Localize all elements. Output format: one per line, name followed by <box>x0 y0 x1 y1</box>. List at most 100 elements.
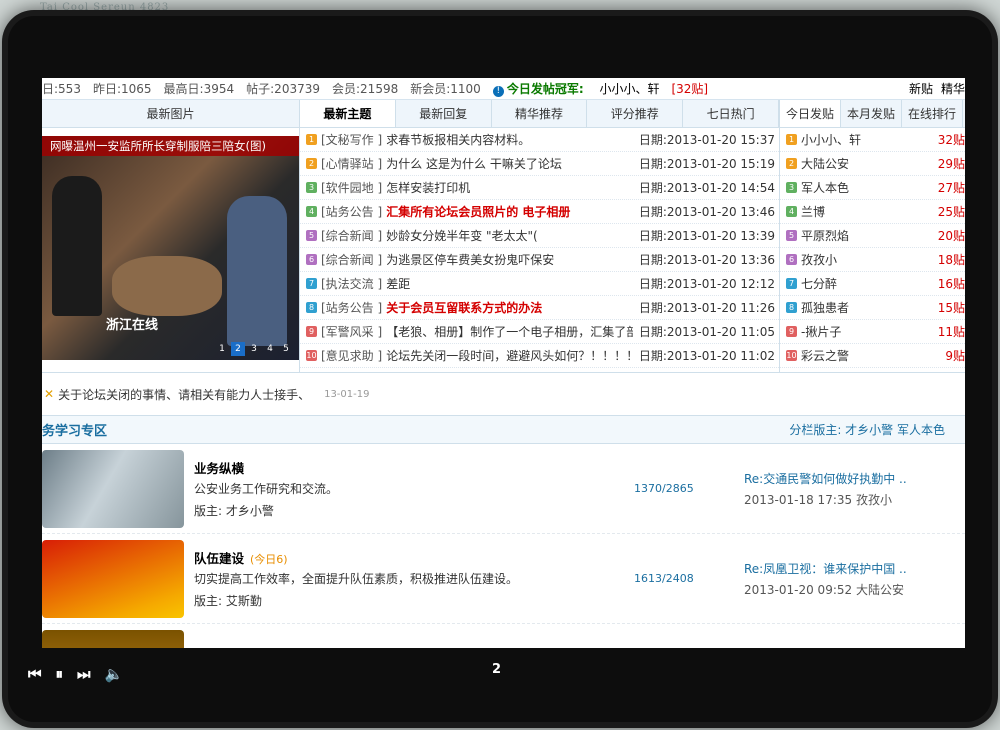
topic-category[interactable]: [软件园地 ] <box>321 179 382 196</box>
pager-item[interactable]: 2 <box>231 342 245 356</box>
forum-thumbnail[interactable] <box>42 629 184 648</box>
latest-image-photo[interactable]: 网曝温州一安监所所长穿制服陪三陪女(图) 浙江在线 12345 <box>42 136 299 360</box>
topic-row[interactable]: 1 [文秘写作 ] 求春节板报相关内容材料。 日期:2013-01-20 15:37 <box>300 128 779 152</box>
champion-name[interactable]: 小小小、轩 <box>599 82 659 96</box>
rank-user[interactable]: 小小小、轩 <box>801 131 938 148</box>
rank-count: 25贴 <box>937 205 965 219</box>
forum-moderator[interactable]: 版主: 才乡小警 <box>194 502 634 519</box>
rank-user[interactable]: 孜孜小 <box>801 251 938 268</box>
rank-number-icon: 1 <box>786 134 797 145</box>
topic-category[interactable]: [综合新闻 ] <box>321 251 382 268</box>
topic-row[interactable]: 7 [执法交流 ] 差距 日期:2013-01-20 12:12 <box>300 272 779 296</box>
topic-category[interactable]: [心情驿站 ] <box>321 155 382 172</box>
topic-row[interactable]: 9 [军警风采 ] 【老狼、相册】制作了一个电子相册，汇集了部 日期:2013-01-… <box>300 320 779 344</box>
tab-0[interactable]: 最新主题 <box>300 100 396 127</box>
rank-user[interactable]: 兰博 <box>801 203 938 220</box>
tab-2[interactable]: 精华推荐 <box>492 100 588 127</box>
topic-title[interactable]: 论坛先关闭一段时间，避避风头如何？！！！！ <box>386 347 633 364</box>
topic-title[interactable]: 求春节板报相关内容材料。 <box>386 131 633 148</box>
topic-title[interactable]: 关于会员互留联系方式的办法 <box>386 299 633 316</box>
rank-tab-1[interactable]: 本月发贴 <box>841 100 903 127</box>
announcement-icon: ✕ <box>44 387 55 401</box>
stat-yesterday: 昨日:1065 <box>92 82 152 96</box>
latest-image-panel: 最新图片 网曝温州一安监所所长穿制服陪三陪女(图) 浙江在线 12345 <box>42 100 300 372</box>
forum-thumbnail[interactable] <box>42 449 184 528</box>
topic-category[interactable]: [军警风采 ] <box>321 323 382 340</box>
topic-row[interactable]: 3 [软件园地 ] 怎样安装打印机 日期:2013-01-20 14:54 <box>300 176 779 200</box>
topic-title[interactable]: 汇集所有论坛会员照片的 电子相册 <box>386 203 633 220</box>
topic-row[interactable]: 5 [综合新闻 ] 妙龄女分娩半年变 "老太太"(日期:2013-01-20 13:… <box>300 224 779 248</box>
topic-category[interactable]: [站务公告 ] <box>321 299 382 316</box>
rank-user[interactable]: 大陆公安 <box>801 155 938 172</box>
forum-row: 队伍建设 (今日6) 切实提高工作效率，全面提升队伍素质，积极推进队伍建设。 版主: … <box>42 534 965 624</box>
rank-list: 1 小小小、轩 32贴 2 大陆公安 29贴 3 军人本色 27贴 4 兰博 25贴 5 平原烈焰 20贴 6… <box>780 128 965 368</box>
last-post-title[interactable]: Re:交通民警如何做好执勤中 .. <box>744 470 965 487</box>
topic-row[interactable]: 4 [站务公告 ] 汇集所有论坛会员照片的 电子相册 日期:2013-01-20 13… <box>300 200 779 224</box>
rank-number-icon: 1 <box>306 134 317 145</box>
rank-user[interactable]: 孤独患者 <box>801 299 938 316</box>
rank-user[interactable]: 七分醉 <box>801 275 938 292</box>
rank-user[interactable]: 平原烈焰 <box>801 227 938 244</box>
rank-row: 9 -揪片子 11贴 <box>780 320 965 344</box>
section-title[interactable]: 务学习专区 <box>42 420 107 439</box>
topic-date: 日期:2013-01-20 13:39 <box>638 229 775 243</box>
photo-figure <box>227 196 287 346</box>
forum-moderator[interactable]: 版主: 艾斯勤 <box>194 592 634 609</box>
topic-row[interactable]: 6 [综合新闻 ] 为逃景区停车费美女扮鬼吓保安 日期:2013-01-20 13:3… <box>300 248 779 272</box>
topic-category[interactable]: [文秘写作 ] <box>321 131 382 148</box>
topic-date: 日期:2013-01-20 13:46 <box>638 205 775 219</box>
topic-row[interactable]: 8 [站务公告 ] 关于会员互留联系方式的办法 日期:2013-01-20 11:26 <box>300 296 779 320</box>
next-icon[interactable]: ⏭ <box>77 665 91 683</box>
rank-user[interactable]: -揪片子 <box>801 323 938 340</box>
rank-row: 2 大陆公安 29贴 <box>780 152 965 176</box>
stat-highest: 最高日:3954 <box>163 82 235 96</box>
topic-title[interactable]: 怎样安装打印机 <box>386 179 633 196</box>
photo-caption[interactable]: 网曝温州一安监所所长穿制服陪三陪女(图) <box>42 136 299 156</box>
rank-row: 5 平原烈焰 20贴 <box>780 224 965 248</box>
volume-icon[interactable]: 🔈 <box>105 665 124 683</box>
last-post-title[interactable]: Re:凤凰卫视：谁来保护中国 .. <box>744 560 965 577</box>
rank-number-icon: 10 <box>306 350 317 361</box>
topic-title[interactable]: 差距 <box>386 275 633 292</box>
rank-user[interactable]: 军人本色 <box>801 179 938 196</box>
forum-name-line: 业务纵横 <box>194 458 634 477</box>
pause-icon[interactable]: ⏸ <box>56 665 64 683</box>
forum-name[interactable]: 队伍建设 <box>194 551 244 566</box>
topic-category[interactable]: [执法交流 ] <box>321 275 382 292</box>
pager-item[interactable]: 4 <box>263 342 277 356</box>
forum-thumbnail[interactable] <box>42 539 184 618</box>
pager-item[interactable]: 1 <box>215 342 229 356</box>
topic-title[interactable]: 为逃景区停车费美女扮鬼吓保安 <box>386 251 633 268</box>
topic-category[interactable]: [站务公告 ] <box>321 203 382 220</box>
topic-title[interactable]: 【老狼、相册】制作了一个电子相册，汇集了部 <box>386 323 633 340</box>
rank-number-icon: 4 <box>786 206 797 217</box>
topic-title[interactable]: 妙龄女分娩半年变 "老太太"( <box>386 227 633 244</box>
tab-4[interactable]: 七日热门 <box>683 100 779 127</box>
rank-tab-0[interactable]: 今日发贴 <box>780 100 842 127</box>
rank-number-icon: 3 <box>306 182 317 193</box>
pager-item[interactable]: 5 <box>279 342 293 356</box>
prev-icon[interactable]: ⏮ <box>28 665 42 683</box>
link-digest[interactable]: 精华 <box>941 80 965 97</box>
rank-user[interactable]: 彩云之警 <box>801 347 945 364</box>
forum-row: 业务纵横 公安业务工作研究和交流。 版主: 才乡小警 1370/2865 Re:交通民警… <box>42 444 965 534</box>
stat-today: 日:553 <box>42 82 81 96</box>
pager-item[interactable]: 3 <box>247 342 261 356</box>
topic-category[interactable]: [综合新闻 ] <box>321 227 382 244</box>
topic-date: 日期:2013-01-20 14:54 <box>638 181 775 195</box>
topic-date: 日期:2013-01-20 15:37 <box>638 133 775 147</box>
forum-list: 业务纵横 公安业务工作研究和交流。 版主: 才乡小警 1370/2865 Re:交通民警… <box>42 444 965 648</box>
tab-1[interactable]: 最新回复 <box>396 100 492 127</box>
topic-row[interactable]: 10 [意见求助 ] 论坛先关闭一段时间，避避风头如何？！！！！ 日期:2013-01… <box>300 344 779 368</box>
topic-row[interactable]: 2 [心情驿站 ] 为什么 这是为什么 干嘛关了论坛 日期:2013-01-20 15… <box>300 152 779 176</box>
topic-category[interactable]: [意见求助 ] <box>321 347 382 364</box>
announcement-text[interactable]: 关于论坛关闭的事情、请相关有能力人士接手、 <box>58 386 310 403</box>
link-new-posts[interactable]: 新贴 <box>909 80 933 97</box>
rank-count: 29贴 <box>937 157 965 171</box>
rank-number-icon: 5 <box>786 230 797 241</box>
topic-date: 日期:2013-01-20 13:36 <box>638 253 775 267</box>
rank-tab-2[interactable]: 在线排行 <box>902 100 964 127</box>
tab-3[interactable]: 评分推荐 <box>587 100 684 127</box>
topic-title[interactable]: 为什么 这是为什么 干嘛关了论坛 <box>386 155 633 172</box>
forum-name[interactable]: 业务纵横 <box>194 461 244 476</box>
